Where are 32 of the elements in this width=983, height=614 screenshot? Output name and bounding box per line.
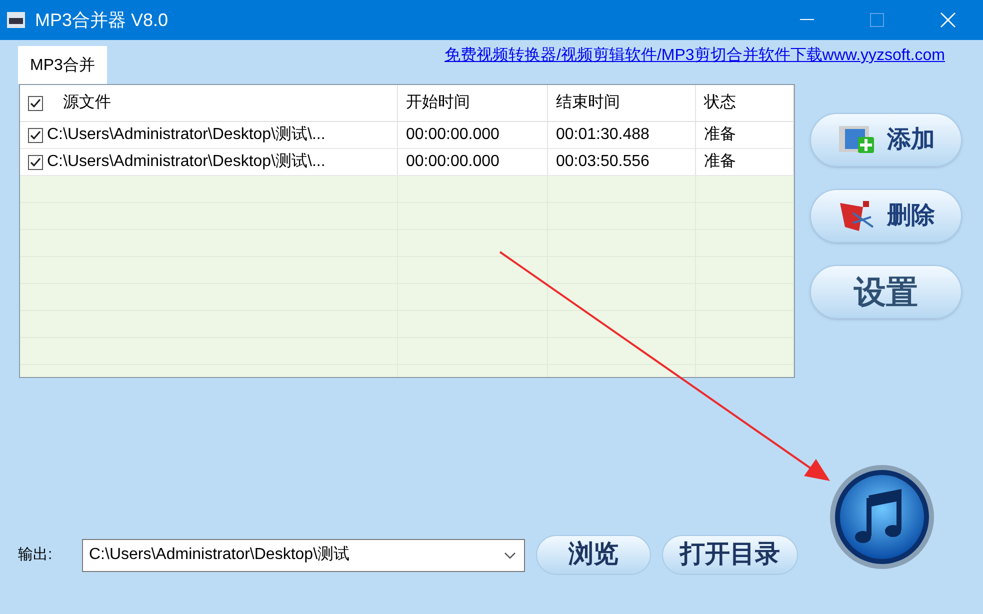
column-header[interactable]: 状态 <box>704 91 736 115</box>
delete-button[interactable]: 删除 <box>810 189 962 243</box>
column-header[interactable]: 结束时间 <box>556 91 620 115</box>
chevron-down-icon <box>504 552 516 558</box>
add-button[interactable]: 添加 <box>810 113 962 167</box>
app-icon <box>6 10 26 30</box>
table-cell-text: C:\Users\Administrator\Desktop\测试\... <box>47 152 326 172</box>
output-label: 输出: <box>18 544 54 565</box>
table-row[interactable]: C:\Users\Administrator\Desktop\测试\... 00:00:00.000 00:03:50.556 准备 <box>20 149 794 176</box>
music-note-button[interactable] <box>829 464 935 570</box>
table-cell-text: 准备 <box>704 125 736 145</box>
close-icon[interactable] <box>940 12 956 28</box>
column-header[interactable]: 源文件 <box>63 91 111 115</box>
table-row[interactable]: C:\Users\Administrator\Desktop\测试\... 00:00:00.000 00:01:30.488 准备 <box>20 122 794 149</box>
tab[interactable]: MP3合并 <box>18 46 107 84</box>
checkbox[interactable] <box>28 96 43 110</box>
checkbox[interactable] <box>28 128 43 142</box>
table-cell-text: C:\Users\Administrator\Desktop\测试\... <box>47 124 326 145</box>
open-folder-button[interactable]: 打开目录 <box>662 535 798 575</box>
checkbox[interactable] <box>28 154 43 170</box>
minimize-icon[interactable] <box>800 19 814 21</box>
output-path-dropdown[interactable]: C:\Users\Administrator\Desktop\测试 <box>82 538 525 572</box>
window-title: MP3合并器 V8.0 <box>35 8 168 32</box>
browse-button[interactable]: 浏览 <box>536 535 651 575</box>
table-cell-text: 00:01:30.488 <box>556 125 650 145</box>
table-cell-text: 00:00:00.000 <box>406 152 500 172</box>
table-cell-text: 00:00:00.000 <box>406 125 500 145</box>
table-cell-text: 准备 <box>704 152 736 172</box>
table-cell-text: 00:03:50.556 <box>556 152 650 172</box>
download-link[interactable]: 免费视频转换器/视频剪辑软件/MP3剪切合并软件下载www.yyzsoft.com <box>444 44 945 68</box>
settings-button[interactable]: 设置 <box>810 265 962 319</box>
column-header[interactable]: 开始时间 <box>406 91 470 115</box>
